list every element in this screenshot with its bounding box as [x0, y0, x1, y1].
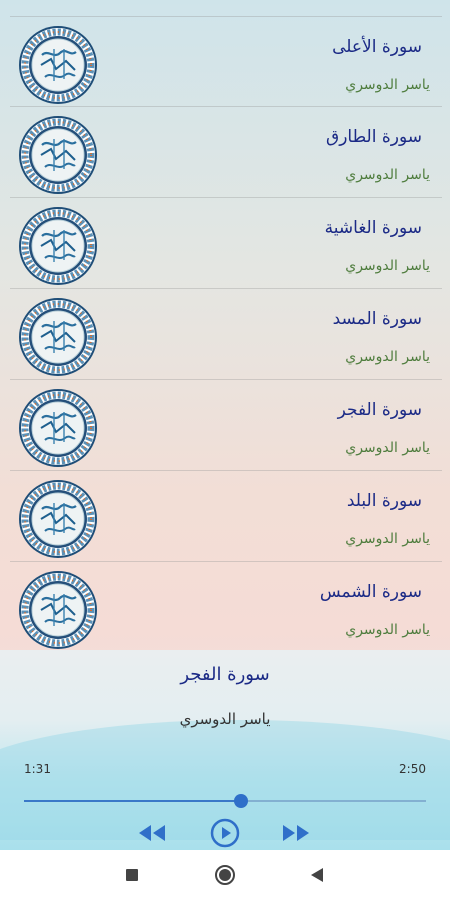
quran-emblem-icon: [18, 297, 98, 377]
fast-forward-icon: [283, 825, 309, 841]
surah-title: سورة الغاشية: [324, 218, 422, 238]
list-item[interactable]: سورة الشمس ياسر الدوسري: [10, 562, 442, 650]
quran-emblem-icon: [18, 388, 98, 468]
list-item[interactable]: سورة الأعلى ياسر الدوسري: [10, 16, 442, 107]
list-item[interactable]: سورة الفجر ياسر الدوسري: [10, 380, 442, 471]
media-player: سورة الفجر ياسر الدوسري 1:31 2:50: [0, 650, 450, 850]
recent-apps-button[interactable]: [119, 862, 145, 888]
recent-apps-icon: [126, 869, 138, 881]
surah-list: سورة الأعلى ياسر الدوسري سورة الطارق ياس…: [0, 0, 450, 650]
seek-bar-progress: [24, 800, 242, 802]
list-item[interactable]: سورة المسد ياسر الدوسري: [10, 289, 442, 380]
seek-bar[interactable]: [24, 794, 426, 808]
home-button[interactable]: [212, 862, 238, 888]
fast-forward-button[interactable]: [278, 818, 314, 848]
total-duration: 2:50: [399, 762, 426, 776]
play-button[interactable]: [207, 818, 243, 848]
play-icon: [210, 818, 240, 848]
now-playing-title: سورة الفجر: [180, 664, 270, 685]
quran-emblem-icon: [18, 25, 98, 105]
seek-bar-thumb[interactable]: [234, 794, 249, 808]
current-time: 1:31: [24, 762, 51, 776]
back-icon: [311, 868, 323, 882]
reciter-name: ياسر الدوسري: [345, 622, 430, 638]
quran-emblem-icon: [18, 115, 98, 195]
rewind-icon: [139, 825, 165, 841]
reciter-name: ياسر الدوسري: [345, 531, 430, 547]
surah-title: سورة الشمس: [319, 582, 422, 602]
surah-title: سورة الأعلى: [332, 37, 422, 57]
surah-title: سورة الطارق: [326, 127, 422, 147]
reciter-name: ياسر الدوسري: [345, 440, 430, 456]
surah-title: سورة المسد: [332, 309, 422, 329]
system-navigation-bar: [0, 850, 450, 900]
home-icon: [215, 865, 235, 885]
rewind-button[interactable]: [134, 818, 170, 848]
quran-emblem-icon: [18, 206, 98, 286]
reciter-name: ياسر الدوسري: [345, 349, 430, 365]
now-playing-reciter: ياسر الدوسري: [179, 710, 271, 728]
quran-emblem-icon: [18, 570, 98, 650]
reciter-name: ياسر الدوسري: [345, 77, 430, 93]
surah-title: سورة البلد: [346, 491, 422, 511]
reciter-name: ياسر الدوسري: [345, 258, 430, 274]
surah-title: سورة الفجر: [337, 400, 422, 420]
quran-emblem-icon: [18, 479, 98, 559]
list-item[interactable]: سورة البلد ياسر الدوسري: [10, 471, 442, 562]
reciter-name: ياسر الدوسري: [345, 167, 430, 183]
list-item[interactable]: سورة الطارق ياسر الدوسري: [10, 107, 442, 198]
back-button[interactable]: [304, 862, 330, 888]
list-item[interactable]: سورة الغاشية ياسر الدوسري: [10, 198, 442, 289]
